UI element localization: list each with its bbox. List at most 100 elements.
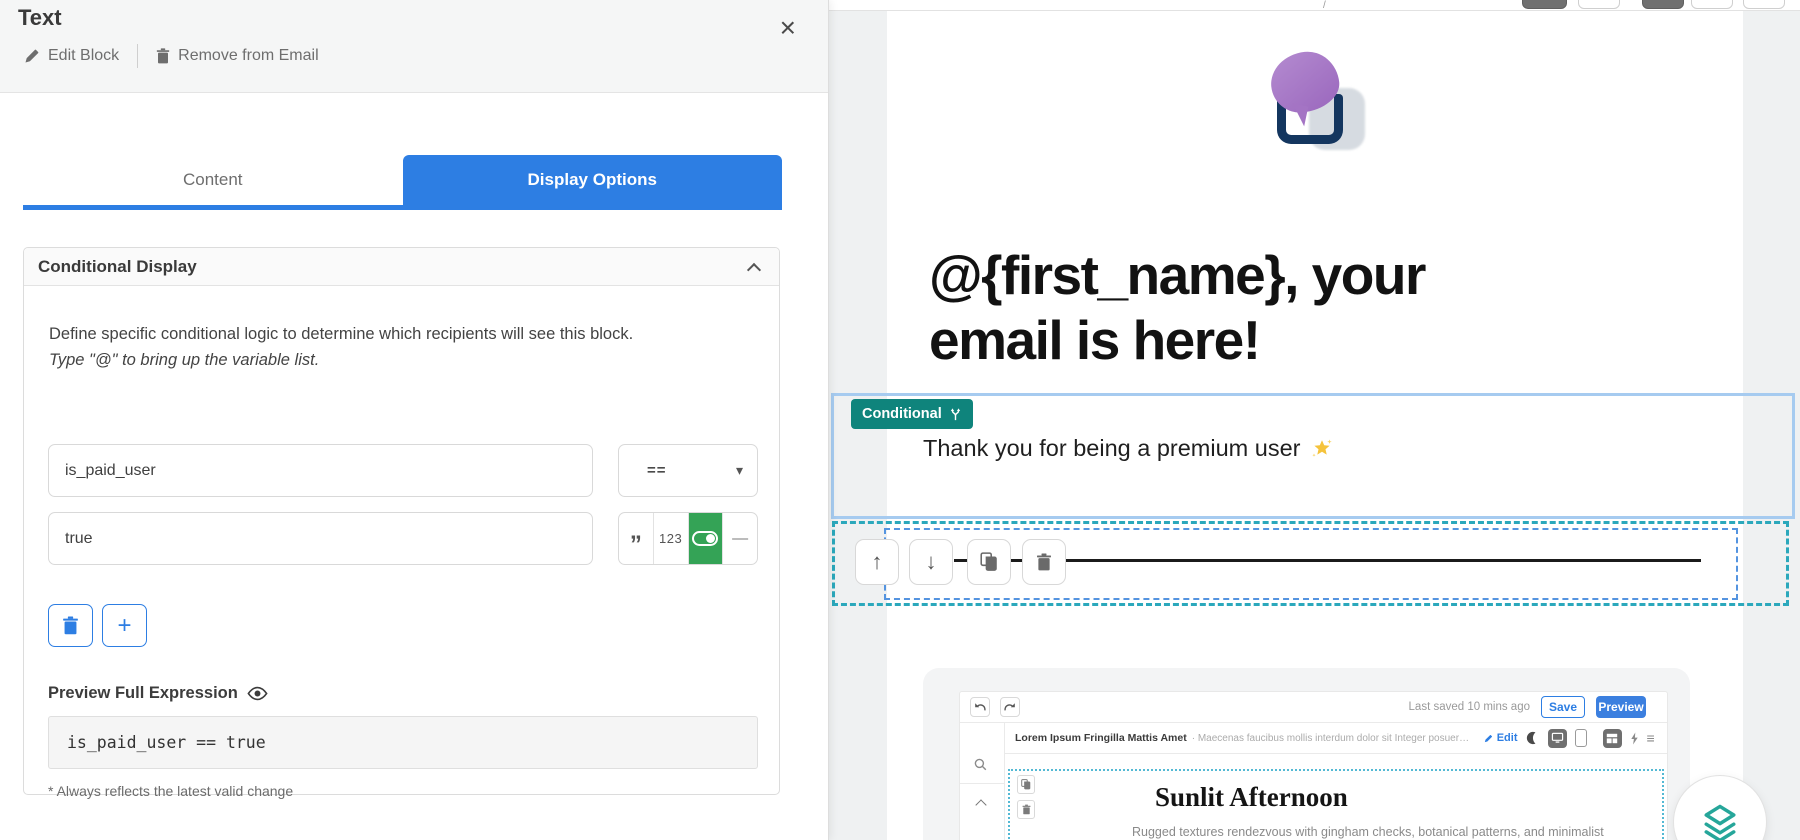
mini-toolbar: Last saved 10 mins ago Save Preview	[960, 692, 1667, 723]
pencil-icon	[24, 48, 40, 64]
value-input[interactable]	[48, 512, 593, 565]
add-condition-button[interactable]: +	[102, 604, 147, 647]
preview-expression-label: Preview Full Expression	[48, 684, 238, 702]
preview-expression-label-row: Preview Full Expression	[48, 684, 268, 703]
description-line1: Define specific conditional logic to det…	[49, 325, 634, 343]
description-line2: Type "@" to bring up the variable list.	[49, 350, 320, 369]
preview-top-toolbar: /	[829, 0, 1800, 11]
duplicate-block-button[interactable]	[967, 539, 1011, 585]
mini-block-toolbar: Lorem Ipsum Fringilla Mattis Amet · Maec…	[1005, 723, 1667, 754]
variable-input[interactable]	[48, 444, 593, 497]
copy-icon	[980, 552, 998, 572]
close-icon[interactable]: ×	[780, 14, 796, 42]
mini-block-title: Lorem Ipsum Fringilla Mattis Amet	[1015, 732, 1187, 744]
search-icon	[974, 758, 987, 771]
delete-condition-button[interactable]	[48, 604, 93, 647]
desktop-icon	[1547, 728, 1567, 748]
conditional-display-body: Define specific conditional logic to det…	[24, 286, 779, 799]
embedded-screenshot: Last saved 10 mins ago Save Preview Lore…	[959, 691, 1668, 840]
panel-title: Text	[18, 5, 62, 30]
conditional-text-block[interactable]: Conditional Thank you for being a premiu…	[831, 393, 1795, 519]
email-builder-app: Text × Edit Block Remove from Email Cont…	[0, 0, 1800, 840]
move-block-up-button[interactable]: ↑	[855, 539, 899, 585]
conditional-display-title: Conditional Display	[38, 256, 197, 276]
undo-icon	[970, 697, 990, 717]
mini-sidebar-divider	[960, 783, 1004, 784]
align-left-icon: ≡	[1646, 730, 1655, 746]
chevron-up-icon	[975, 799, 987, 811]
email-logo	[1268, 48, 1365, 150]
chevron-down-icon: ▾	[735, 462, 743, 478]
email-heading[interactable]: @{first_name}, your email is here!	[929, 243, 1569, 373]
trash-icon	[156, 48, 170, 64]
toolbar-button-1[interactable]	[1522, 0, 1567, 9]
star-emoji	[1310, 437, 1334, 461]
toolbar-slash: /	[1323, 0, 1326, 11]
value-type-group: ” 123 —	[618, 512, 758, 565]
tab-indicator-bar	[23, 205, 782, 210]
image-block-card[interactable]: Last saved 10 mins ago Save Preview Lore…	[923, 668, 1690, 840]
eye-icon[interactable]	[247, 686, 268, 701]
mini-preview-button: Preview	[1596, 696, 1646, 718]
mini-edit-label: Edit	[1496, 732, 1518, 744]
panel-actions: Edit Block Remove from Email	[24, 44, 319, 68]
divider	[137, 44, 139, 68]
expression-note: * Always reflects the latest valid chang…	[48, 783, 294, 799]
conditional-block-text: Thank you for being a premium user	[923, 435, 1334, 462]
mini-card-body: Rugged textures rendezvous with gingham …	[1132, 825, 1604, 839]
boolean-type-button[interactable]	[688, 513, 724, 564]
conditional-text-value: Thank you for being a premium user	[923, 435, 1301, 461]
string-type-button[interactable]: ”	[619, 513, 654, 564]
tab-content[interactable]: Content	[23, 155, 403, 205]
mobile-icon	[1574, 729, 1587, 747]
copy-icon	[1017, 775, 1035, 794]
chevron-up-icon	[746, 262, 762, 278]
conditional-display-card: Conditional Display Define specific cond…	[23, 247, 780, 799]
conditional-badge[interactable]: Conditional	[851, 399, 973, 429]
mini-edit-link: Edit	[1484, 732, 1518, 744]
toolbar-button-2[interactable]	[1578, 0, 1620, 9]
toolbar-button-3[interactable]	[1642, 0, 1684, 9]
edit-block-button[interactable]: Edit Block	[24, 47, 119, 65]
block-settings-panel: Text × Edit Block Remove from Email Cont…	[0, 0, 829, 840]
toggle-on-icon	[692, 531, 719, 546]
branch-icon	[949, 407, 962, 421]
mini-sidebar	[960, 723, 1005, 840]
mini-toolbar-right: Last saved 10 mins ago Save Preview	[1409, 696, 1667, 718]
tab-display-options[interactable]: Display Options	[402, 155, 782, 205]
last-saved-text: Last saved 10 mins ago	[1408, 701, 1530, 713]
operator-value: ==	[647, 462, 667, 479]
email-preview-canvas: / @{first_name}, your email is here! Con…	[829, 0, 1800, 840]
settings-tabs: Content Display Options	[23, 155, 782, 205]
arrow-up-icon: ↑	[871, 549, 883, 574]
divider-element	[954, 559, 1701, 562]
operator-select[interactable]: == ▾	[618, 444, 758, 497]
edit-block-label: Edit Block	[48, 47, 120, 64]
remove-from-email-button[interactable]: Remove from Email	[156, 47, 319, 65]
mini-block-subtitle: · Maecenas faucibus mollis interdum dolo…	[1191, 732, 1474, 744]
trash-icon	[1017, 800, 1035, 819]
mini-save-button: Save	[1541, 696, 1585, 718]
conditional-description: Define specific conditional logic to det…	[49, 322, 759, 373]
null-type-button[interactable]: —	[723, 513, 757, 564]
moon-icon	[1526, 731, 1540, 745]
toolbar-button-5[interactable]	[1743, 0, 1785, 9]
divider-block-selection-inner	[884, 528, 1738, 600]
mini-content: Sunlit Afternoon Rugged textures rendezv…	[1005, 754, 1667, 840]
panel-header: Text × Edit Block Remove from Email	[0, 0, 828, 93]
condition-row-buttons: +	[48, 604, 147, 647]
trash-icon	[1036, 553, 1052, 571]
redo-icon	[1000, 697, 1020, 717]
number-type-button[interactable]: 123	[654, 513, 689, 564]
layout-icon	[1602, 728, 1622, 748]
conditional-display-header[interactable]: Conditional Display	[24, 248, 779, 286]
delete-block-button[interactable]	[1022, 539, 1066, 585]
layers-icon	[1698, 800, 1742, 840]
conditional-badge-label: Conditional	[862, 406, 942, 422]
full-expression-code: is_paid_user == true	[48, 716, 758, 769]
mini-card-title: Sunlit Afternoon	[1155, 782, 1348, 812]
toolbar-button-4[interactable]	[1691, 0, 1733, 9]
move-block-down-button[interactable]: ↓	[909, 539, 953, 585]
remove-from-email-label: Remove from Email	[178, 47, 319, 64]
lightning-icon	[1630, 732, 1639, 745]
